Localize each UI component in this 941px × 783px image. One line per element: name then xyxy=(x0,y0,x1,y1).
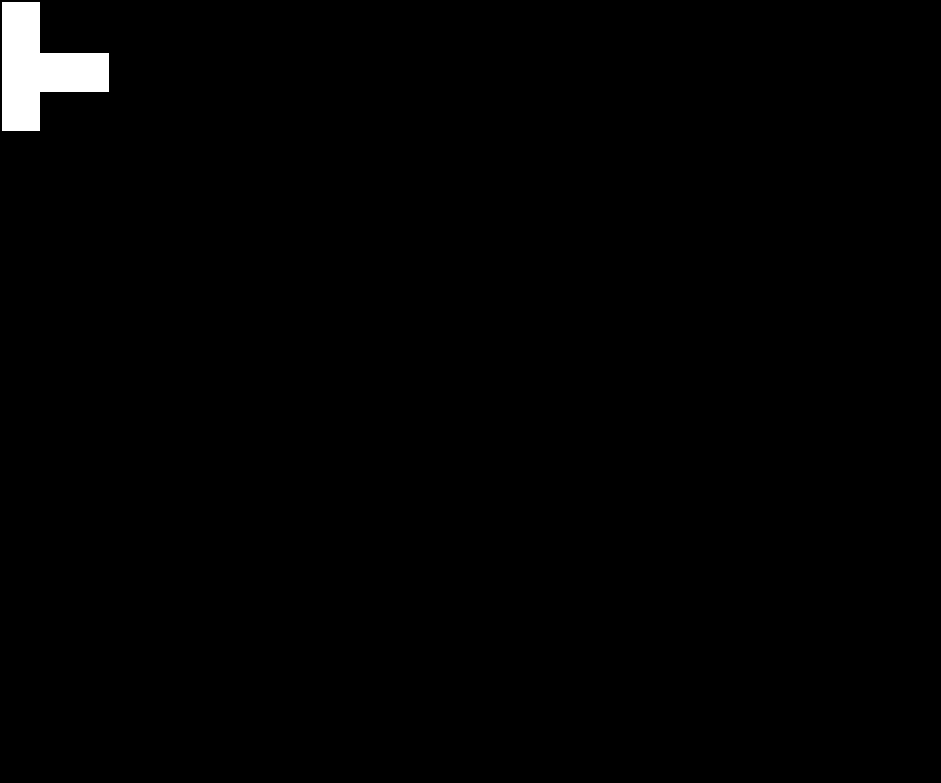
intensity-colorbar xyxy=(5,53,109,92)
colorbar-gradient xyxy=(7,56,105,68)
colorbar-ticks xyxy=(7,69,105,75)
spectrum-lab-screen-capture xyxy=(0,0,941,783)
waterfall-spectrogram-canvas xyxy=(0,0,941,783)
